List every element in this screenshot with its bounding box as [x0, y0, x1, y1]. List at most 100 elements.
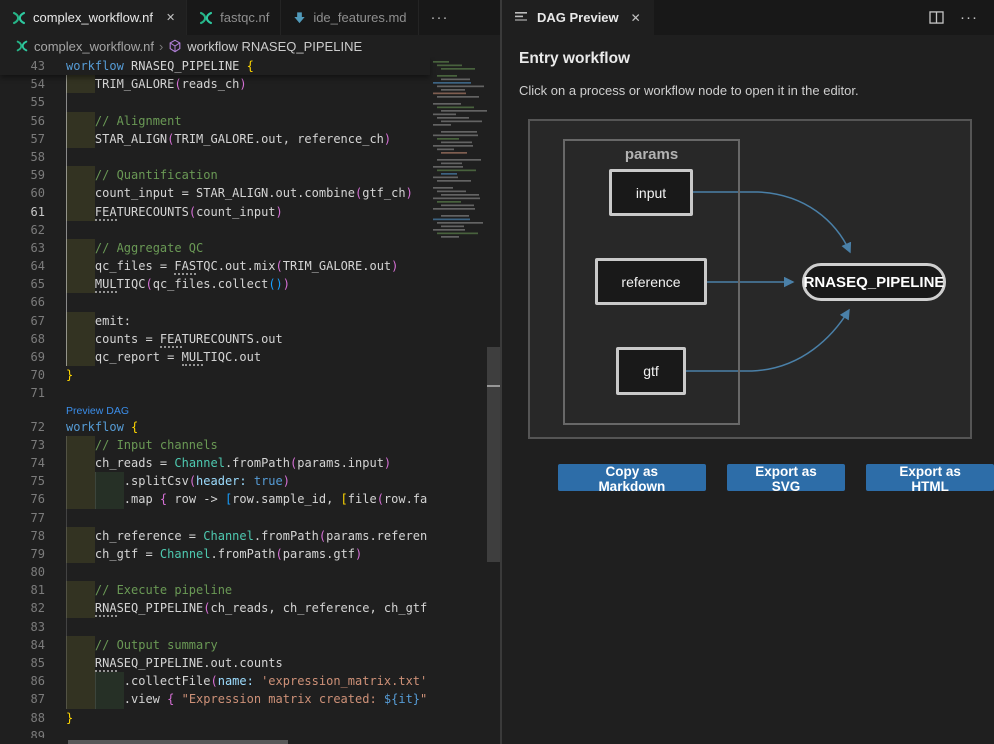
tab-complex-workflow[interactable]: complex_workflow.nf ✕: [0, 0, 187, 35]
breadcrumb[interactable]: complex_workflow.nf › workflow RNASEQ_PI…: [0, 35, 500, 57]
code-line[interactable]: 67emit:: [0, 312, 430, 330]
codelens-row[interactable]: Preview DAG: [0, 403, 430, 418]
export-svg-button[interactable]: Export as SVG: [727, 464, 846, 491]
code-token: Channel: [174, 456, 225, 470]
code-token: true: [254, 474, 283, 488]
codelens-preview-dag[interactable]: Preview DAG: [66, 405, 129, 417]
code-editor[interactable]: 43workflow RNASEQ_PIPELINE { 54TRIM_GALO…: [0, 57, 500, 744]
code-token: TQC.out.mix: [196, 259, 275, 273]
code-token: params.gtf: [283, 547, 355, 561]
close-icon[interactable]: ✕: [166, 11, 175, 24]
copy-markdown-button[interactable]: Copy as Markdown: [558, 464, 706, 491]
code-line[interactable]: 73// Input channels: [0, 436, 430, 454]
panel-tab-label: DAG Preview: [537, 10, 619, 25]
code-token: }: [66, 711, 73, 725]
code-token: SEQ_PIPELINE.out.counts: [117, 656, 283, 670]
node-reference[interactable]: reference: [595, 258, 707, 305]
line-number: 70: [0, 366, 45, 384]
code-line[interactable]: 87.view { "Expression matrix created: ${…: [0, 690, 430, 708]
code-line[interactable]: 78ch_reference = Channel.fromPath(params…: [0, 527, 430, 545]
line-number: 87: [0, 690, 45, 708]
node-rnaseq-pipeline[interactable]: RNASEQ_PIPELINE: [802, 263, 946, 301]
code-line[interactable]: 86.collectFile(name: 'expression_matrix.…: [0, 672, 430, 690]
code-token: file: [348, 492, 377, 506]
code-area[interactable]: 54TRIM_GALORE(reads_ch)5556// Alignment5…: [0, 75, 430, 738]
code-line[interactable]: 82RNASEQ_PIPELINE(ch_reads, ch_reference…: [0, 599, 430, 617]
indent-guide: [66, 490, 95, 508]
code-token: gtf_ch: [362, 186, 405, 200]
export-html-button[interactable]: Export as HTML: [866, 464, 994, 491]
code-line[interactable]: 54TRIM_GALORE(reads_ch): [0, 75, 430, 93]
code-line[interactable]: 62: [0, 221, 430, 239]
line-number: 68: [0, 330, 45, 348]
code-line[interactable]: 65MULTIQC(qc_files.collect()): [0, 275, 430, 293]
code-line[interactable]: 63// Aggregate QC: [0, 239, 430, 257]
indent-guide: [95, 690, 124, 708]
code-line[interactable]: 74ch_reads = Channel.fromPath(params.inp…: [0, 454, 430, 472]
minimap[interactable]: [430, 57, 487, 744]
code-line[interactable]: 70}: [0, 366, 430, 384]
code-token: RNASEQ_PIPELINE: [131, 59, 247, 73]
code-token: ch_reference =: [95, 529, 203, 543]
dag-canvas: params input reference gtf RNASEQ_PIPELI…: [528, 119, 972, 439]
export-buttons: Copy as Markdown Export as SVG Export as…: [558, 464, 994, 491]
scrollbar-thumb[interactable]: [68, 740, 288, 744]
tab-ide-features[interactable]: ide_features.md: [281, 0, 418, 35]
vertical-scrollbar[interactable]: [487, 57, 500, 744]
code-token: [174, 692, 181, 706]
code-line[interactable]: 89: [0, 727, 430, 738]
code-line[interactable]: 61FEATURECOUNTS(count_input): [0, 203, 430, 221]
code-line[interactable]: 88}: [0, 709, 430, 727]
code-line[interactable]: 57STAR_ALIGN(TRIM_GALORE.out, reference_…: [0, 130, 430, 148]
code-line[interactable]: 71: [0, 384, 430, 402]
panel-more-button[interactable]: ···: [960, 9, 978, 26]
code-token: RNA: [95, 601, 117, 617]
code-line[interactable]: 81// Execute pipeline: [0, 581, 430, 599]
code-token: 'expression_matrix.txt': [261, 674, 427, 688]
code-line[interactable]: 75.splitCsv(header: true): [0, 472, 430, 490]
indent-guide: [66, 93, 67, 111]
tab-label: fastqc.nf: [220, 10, 269, 25]
code-line[interactable]: 77: [0, 509, 430, 527]
indent-guide: [66, 312, 95, 330]
code-line[interactable]: 83: [0, 618, 430, 636]
line-number: 74: [0, 454, 45, 472]
code-line[interactable]: 59// Quantification: [0, 166, 430, 184]
code-line[interactable]: 60count_input = STAR_ALIGN.out.combine(g…: [0, 184, 430, 202]
close-icon[interactable]: ✕: [631, 11, 641, 25]
code-token: Channel: [203, 529, 254, 543]
code-line[interactable]: 55: [0, 93, 430, 111]
code-line[interactable]: 72workflow {: [0, 418, 430, 436]
code-line[interactable]: 80: [0, 563, 430, 581]
tab-fastqc[interactable]: fastqc.nf: [187, 0, 281, 35]
split-editor-icon[interactable]: [929, 11, 944, 24]
indent-guide: [66, 148, 67, 166]
code-line[interactable]: 56// Alignment: [0, 112, 430, 130]
breadcrumb-symbol[interactable]: workflow RNASEQ_PIPELINE: [187, 39, 362, 54]
horizontal-scrollbar[interactable]: [0, 739, 430, 744]
line-number: 71: [0, 384, 45, 402]
tab-overflow-button[interactable]: ···: [419, 0, 461, 35]
code-line[interactable]: 68counts = FEATURECOUNTS.out: [0, 330, 430, 348]
panel-tab-dag-preview[interactable]: DAG Preview ✕: [502, 0, 654, 35]
code-line[interactable]: 79ch_gtf = Channel.fromPath(params.gtf): [0, 545, 430, 563]
indent-guide: [66, 509, 67, 527]
sticky-scroll-line[interactable]: 43workflow RNASEQ_PIPELINE {: [0, 57, 430, 75]
code-line[interactable]: 58: [0, 148, 430, 166]
scrollbar-thumb[interactable]: [487, 347, 500, 562]
code-line[interactable]: 64qc_files = FASTQC.out.mix(TRIM_GALORE.…: [0, 257, 430, 275]
indent-guide: [66, 330, 95, 348]
code-line[interactable]: 69qc_report = MULTIQC.out: [0, 348, 430, 366]
breadcrumb-file[interactable]: complex_workflow.nf: [34, 39, 154, 54]
code-line[interactable]: 85RNASEQ_PIPELINE.out.counts: [0, 654, 430, 672]
code-line[interactable]: 66: [0, 293, 430, 311]
indent-guide: [66, 75, 95, 93]
node-gtf[interactable]: gtf: [616, 347, 686, 395]
line-number: 54: [0, 75, 45, 93]
code-token: FEA: [95, 205, 117, 221]
code-token: [: [341, 492, 348, 506]
code-line[interactable]: 76.map { row -> [row.sample_id, [file(ro…: [0, 490, 430, 508]
code-line[interactable]: 84// Output summary: [0, 636, 430, 654]
node-input[interactable]: input: [609, 169, 693, 216]
code-token: MUL: [95, 277, 117, 293]
